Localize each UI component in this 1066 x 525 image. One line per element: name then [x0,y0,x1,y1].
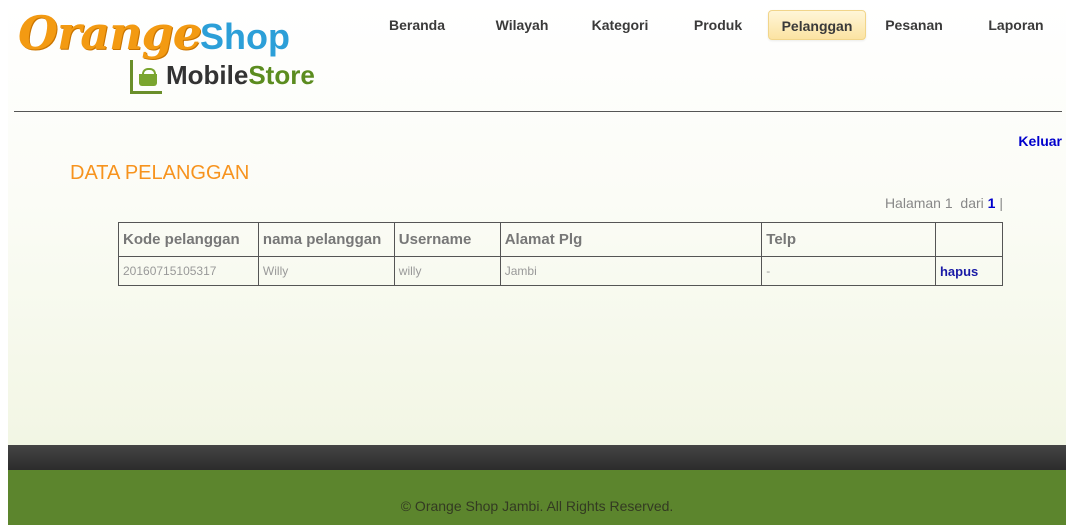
site-logo[interactable]: Orange Shop MobileStore [18,6,348,102]
header: Orange Shop MobileStore Beranda Wilayah … [0,0,1066,112]
pagination-label: Halaman 1 [884,195,953,211]
nav-item-laporan[interactable]: Laporan [976,10,1056,40]
cell-kode: 20160715105317 [118,256,259,286]
column-header-action [934,222,1004,257]
column-header-alamat: Alamat Plg [499,222,763,257]
logo-shop-text: Shop [200,16,290,57]
footer-bar [8,445,1066,470]
logout-link[interactable]: Keluar [1018,133,1062,149]
column-header-kode: Kode pelanggan [118,222,259,257]
basket-icon [130,60,162,94]
table-row: 20160715105317 Willy willy Jambi - hapus [118,256,1004,286]
nav-item-kategori[interactable]: Kategori [578,10,662,40]
delete-link[interactable]: hapus [934,256,1004,286]
table-header-row: Kode pelanggan nama pelanggan Username A… [118,222,1004,257]
logo-mobile-text: Mobile [166,60,249,90]
pagination-separator: | [999,195,1003,211]
logo-store-text: Store [248,60,315,90]
pagination: Halaman 1 dari 1 | [885,195,1003,211]
column-header-nama: nama pelanggan [257,222,395,257]
nav-item-produk[interactable]: Produk [682,10,754,40]
nav-item-wilayah[interactable]: Wilayah [483,10,561,40]
cell-username: willy [393,256,501,286]
logo-orange-text: Orange [18,6,202,60]
header-divider [14,111,1062,112]
nav-item-pelanggan[interactable]: Pelanggan [768,10,866,40]
cell-alamat: Jambi [499,256,763,286]
nav-item-pesanan[interactable]: Pesanan [874,10,954,40]
footer-copyright: © Orange Shop Jambi. All Rights Reserved… [400,498,674,514]
pagination-of-label: dari [960,195,984,211]
cell-nama: Willy [257,256,395,286]
column-header-username: Username [393,222,501,257]
cell-telp: - [761,256,936,286]
nav-item-beranda[interactable]: Beranda [382,10,452,40]
customer-table: Kode pelanggan nama pelanggan Username A… [118,222,1004,286]
column-header-telp: Telp [761,222,936,257]
pagination-current-page[interactable]: 1 [988,195,996,211]
page-title: DATA PELANGGAN [70,162,250,184]
